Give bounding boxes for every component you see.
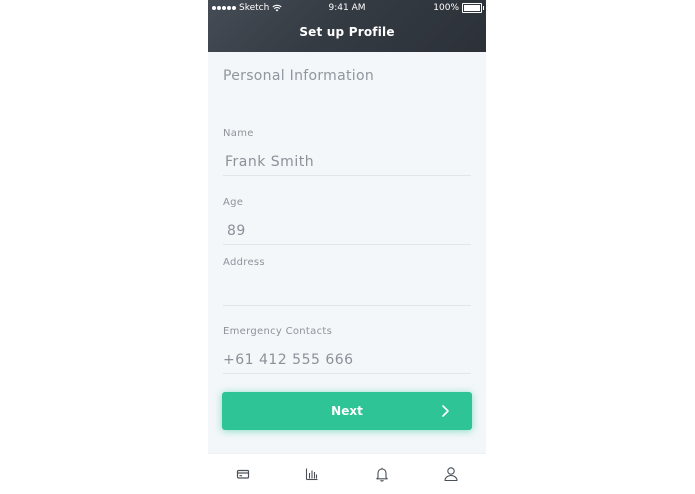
page-title: Set up Profile [299, 25, 395, 39]
age-field[interactable]: 89 [223, 223, 471, 245]
tab-bar [208, 453, 486, 494]
status-right: 100% [433, 3, 484, 13]
card-icon [236, 469, 249, 479]
tab-stats[interactable] [278, 454, 348, 494]
bar-chart-icon [306, 468, 318, 481]
section-title: Personal Information [223, 68, 375, 84]
battery-icon [462, 3, 484, 13]
phone-screen: Sketch 9:41 AM 100% Set up Profile Perso… [208, 0, 486, 494]
tab-notifications[interactable] [347, 454, 417, 494]
name-label: Name [223, 128, 254, 139]
bell-icon [376, 467, 388, 482]
tab-profile[interactable] [417, 454, 487, 494]
next-button[interactable]: Next [222, 392, 472, 430]
user-icon [444, 467, 458, 482]
next-button-label: Next [331, 404, 363, 418]
emergency-contacts-label: Emergency Contacts [223, 326, 333, 337]
battery-percent: 100% [433, 3, 459, 13]
name-field[interactable]: Frank Smith [223, 154, 471, 176]
emergency-contacts-field[interactable]: +61 412 555 666 [223, 352, 471, 374]
status-bar: Sketch 9:41 AM 100% [208, 0, 486, 16]
address-field[interactable] [223, 284, 471, 306]
header: Sketch 9:41 AM 100% Set up Profile [208, 0, 486, 52]
chevron-right-icon [442, 405, 449, 417]
address-label: Address [223, 257, 265, 268]
tab-card[interactable] [208, 454, 278, 494]
age-label: Age [223, 197, 244, 208]
